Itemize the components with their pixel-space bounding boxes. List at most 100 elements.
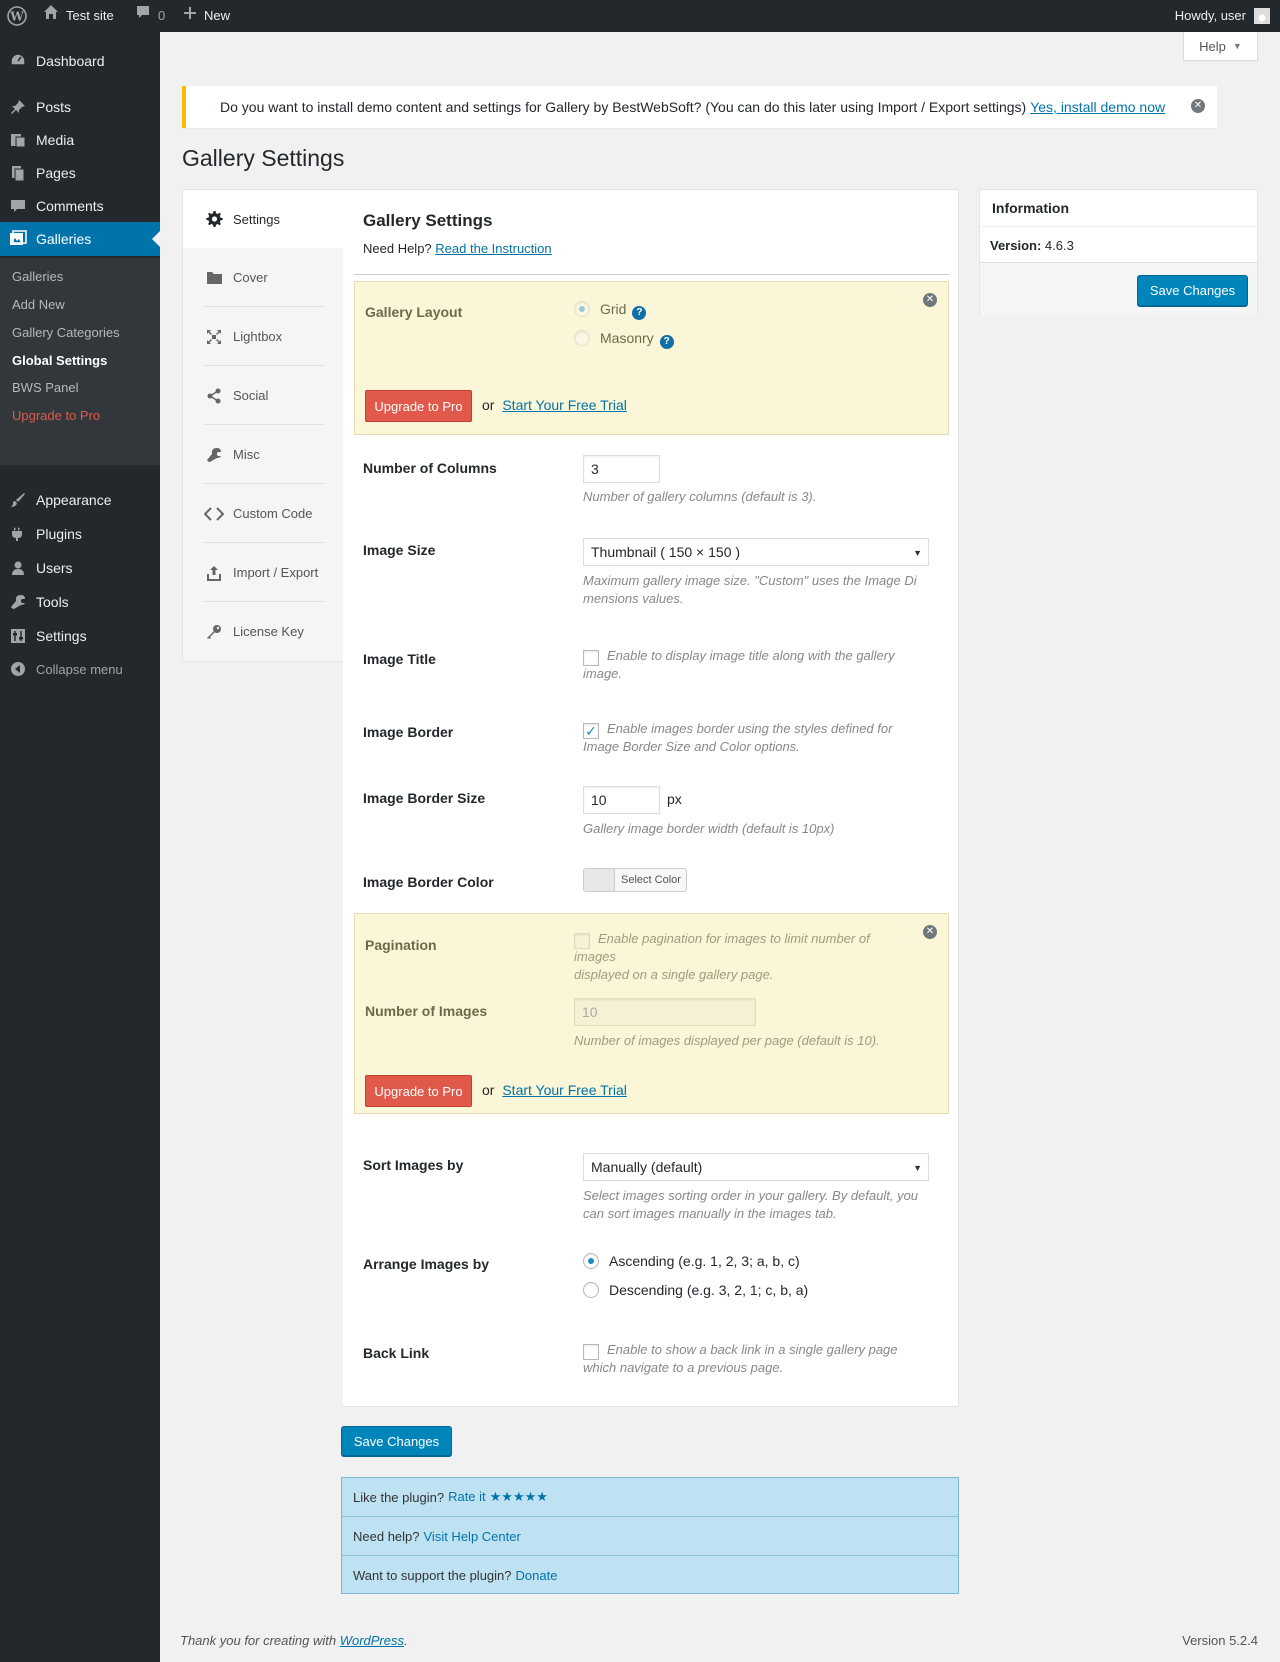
new-content-link[interactable]: New (183, 0, 230, 32)
folder-icon (203, 270, 225, 285)
collapse-menu-button[interactable]: Collapse menu (0, 652, 160, 686)
menu-posts[interactable]: Posts (0, 90, 160, 124)
select-color-button[interactable]: Select Color (583, 868, 687, 892)
galleries-submenu: Galleries Add New Gallery Categories Glo… (0, 258, 160, 465)
help-tab-button[interactable]: Help ▼ (1183, 32, 1258, 61)
need-help-line: Need Help? Read the Instruction (363, 241, 552, 256)
need-help-text: Need Help? (363, 241, 432, 256)
caret-down-icon: ▼ (913, 1163, 922, 1173)
menu-users[interactable]: Users (0, 551, 160, 585)
help-center-link[interactable]: Visit Help Center (424, 1529, 521, 1544)
border-size-input[interactable]: 10 (583, 786, 660, 814)
save-changes-button[interactable]: Save Changes (341, 1426, 452, 1456)
descending-radio[interactable] (583, 1282, 599, 1298)
upgrade-to-pro-button[interactable]: Upgrade to Pro (365, 390, 472, 422)
tab-lightbox[interactable]: Lightbox (183, 307, 343, 366)
install-demo-link[interactable]: Yes, install demo now (1030, 99, 1165, 115)
submenu-upgrade-to-pro[interactable]: Upgrade to Pro (12, 406, 100, 426)
menu-label: Dashboard (36, 53, 105, 69)
color-swatch (584, 869, 615, 891)
tab-custom-code[interactable]: Custom Code (183, 484, 343, 543)
submenu-bws-panel[interactable]: BWS Panel (12, 378, 78, 398)
upload-icon (203, 565, 225, 581)
save-changes-button-sidebar[interactable]: Save Changes (1137, 275, 1248, 306)
columns-input[interactable]: 3 (583, 455, 660, 483)
masonry-label: Masonry (600, 330, 654, 346)
dashboard-icon (0, 52, 36, 70)
gallery-icon (0, 230, 36, 248)
desc-line: can sort images manually in the images t… (583, 1206, 837, 1221)
tab-settings[interactable]: Settings (183, 190, 345, 248)
site-name-link[interactable]: Test site (43, 0, 114, 32)
upgrade-to-pro-button[interactable]: Upgrade to Pro (365, 1075, 472, 1107)
num-images-input[interactable]: 10 (574, 998, 756, 1026)
submenu-add-new[interactable]: Add New (12, 295, 65, 315)
tab-social[interactable]: Social (183, 366, 343, 425)
rate-it-link[interactable]: Rate it ★★★★★ (448, 1489, 548, 1505)
donate-link[interactable]: Donate (516, 1568, 558, 1583)
menu-label: Galleries (36, 231, 92, 247)
menu-galleries[interactable]: Galleries (0, 222, 160, 256)
tab-license-key[interactable]: License Key (183, 602, 343, 661)
submenu-gallery-categories[interactable]: Gallery Categories (12, 323, 120, 343)
border-size-description: Gallery image border width (default is 1… (583, 821, 835, 836)
avatar (1254, 8, 1270, 24)
desc-line: Image Border Size and Color options. (583, 739, 800, 754)
or-text: or Start Your Free Trial (482, 1082, 627, 1098)
sort-select[interactable]: Manually (default) ▼ (583, 1153, 929, 1181)
menu-dashboard[interactable]: Dashboard (0, 44, 160, 78)
desc-line: which navigate to a previous page. (583, 1360, 784, 1375)
divider (354, 274, 949, 275)
help-question-icon[interactable]: ? (659, 334, 674, 349)
tab-cover[interactable]: Cover (183, 248, 343, 307)
or-text: or Start Your Free Trial (482, 397, 627, 413)
home-icon (43, 0, 59, 32)
wordpress-link[interactable]: WordPress (340, 1633, 404, 1648)
caret-down-icon: ▼ (1232, 41, 1242, 51)
my-account-link[interactable]: Howdy, user (1175, 0, 1270, 32)
menu-media[interactable]: Media (0, 123, 160, 157)
tab-import-export[interactable]: Import / Export (183, 543, 343, 602)
free-trial-link[interactable]: Start Your Free Trial (502, 1082, 627, 1098)
grid-radio[interactable] (574, 301, 590, 317)
wordpress-logo-icon[interactable]: W (7, 0, 27, 32)
tab-label: Settings (233, 211, 280, 227)
menu-comments[interactable]: Comments (0, 189, 160, 223)
menu-plugins[interactable]: Plugins (0, 517, 160, 551)
tab-label: Import / Export (233, 565, 319, 580)
comments-link[interactable]: 0 (135, 0, 165, 32)
sort-description: Select images sorting order in your gall… (583, 1187, 933, 1223)
submenu-galleries[interactable]: Galleries (12, 267, 63, 287)
collapse-icon (0, 661, 36, 677)
pagination-description: Enable pagination for images to limit nu… (574, 930, 914, 984)
support-text: Want to support the plugin? (353, 1567, 512, 1583)
collapse-label: Collapse menu (36, 661, 123, 677)
or-label: or (482, 1082, 495, 1098)
help-row: Need help? Visit Help Center (342, 1517, 958, 1555)
masonry-radio[interactable] (574, 330, 590, 346)
dismiss-icon[interactable]: ✕ (1191, 99, 1205, 113)
close-icon[interactable]: ✕ (923, 925, 937, 939)
pages-icon (0, 164, 36, 182)
help-question-icon[interactable]: ? (632, 305, 647, 320)
close-icon[interactable]: ✕ (923, 293, 937, 307)
period-text: . (404, 1633, 408, 1648)
image-size-select[interactable]: Thumbnail ( 150 × 150 ) ▼ (583, 538, 929, 566)
submenu-global-settings[interactable]: Global Settings (12, 351, 107, 371)
menu-label: Pages (36, 165, 76, 181)
desc-line: displayed on a single gallery page. (574, 967, 774, 982)
grid-option: Grid? (600, 301, 647, 320)
star-rating-icon: ★★★★★ (489, 1489, 548, 1504)
ascending-radio[interactable] (583, 1253, 599, 1269)
image-size-value: Thumbnail ( 150 × 150 ) (591, 544, 741, 560)
version-label: Version: (990, 238, 1042, 253)
tab-misc[interactable]: Misc (183, 425, 343, 484)
menu-settings[interactable]: Settings (0, 619, 160, 653)
menu-pages[interactable]: Pages (0, 156, 160, 190)
menu-appearance[interactable]: Appearance (0, 483, 160, 517)
thanks-text: Thank you for creating with (180, 1633, 337, 1648)
menu-tools[interactable]: Tools (0, 585, 160, 619)
free-trial-link[interactable]: Start Your Free Trial (502, 397, 627, 413)
read-instruction-link[interactable]: Read the Instruction (435, 241, 551, 256)
share-icon (203, 388, 225, 404)
